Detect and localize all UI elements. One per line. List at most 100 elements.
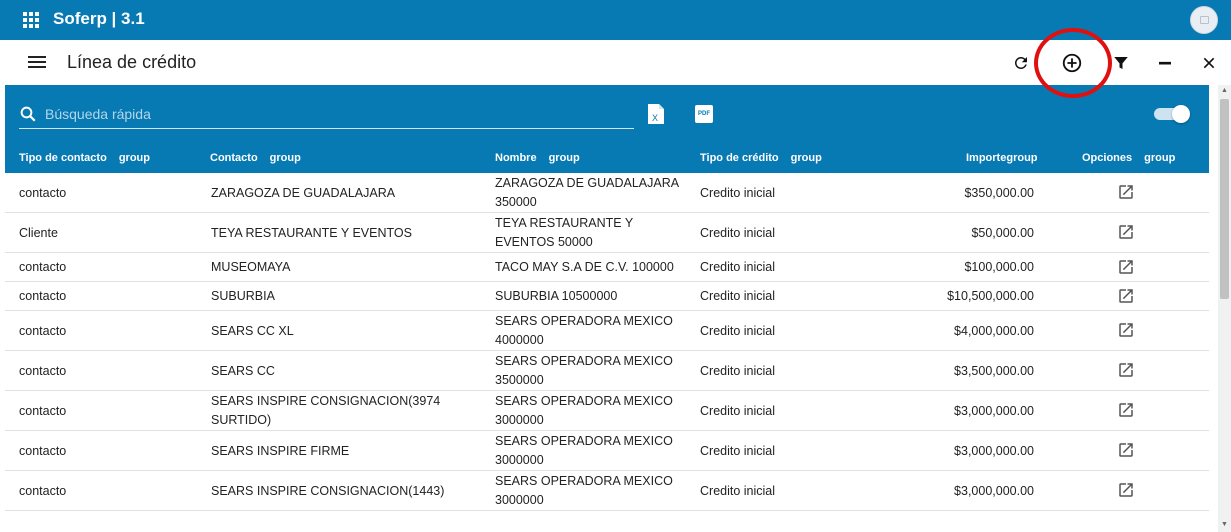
filter-button[interactable] [1106,48,1136,78]
cell-contacto: SEARS INSPIRE FIRME [211,444,350,458]
image-icon [1200,16,1209,24]
close-button[interactable] [1194,48,1224,78]
header-tipo-contacto[interactable]: Tipo de contacto group [19,152,150,164]
cell-contacto: SEARS CC XL [211,324,294,338]
cell-credito: Credito inicial [700,404,776,418]
cell-contacto: SEARS INSPIRE CONSIGNACION(3974 SURTIDO) [211,394,441,427]
cell-contacto: SUBURBIA [211,289,275,303]
scrollbar[interactable]: ▲ ▼ [1218,85,1231,532]
search-icon [20,106,36,122]
open-in-new-icon[interactable] [1117,183,1139,203]
refresh-icon [1014,56,1027,69]
cell-nombre: SUBURBIA 10500000 [495,289,618,303]
open-in-new-icon[interactable] [1117,321,1139,341]
table-row[interactable]: Cliente TEYA RESTAURANTE Y EVENTOS TEYA RE… [5,213,1209,253]
cell-importe: $3,500,000.00 [954,364,1034,378]
cell-importe: $10,500,000.00 [947,289,1034,303]
page-title: Línea de crédito [67,52,197,72]
table-row[interactable]: contacto ZARAGOZA DE GUADALAJARA ZARAGOZA … [5,173,1209,213]
table-row[interactable]: contacto SEARS INSPIRE CONSIGNACION(1443)… [5,471,1209,511]
group-label: group [1144,152,1176,164]
cell-nombre: SEARS OPERADORA MEXICO 3500000 [495,354,673,387]
open-in-new-icon[interactable] [1117,223,1139,243]
excel-export-icon[interactable]: X [647,103,665,125]
table-row[interactable]: contacto SEARS CC SEARS OPERADORA MEXICO 3… [5,351,1209,391]
close-icon [1203,57,1215,69]
cell-credito: Credito inicial [700,484,776,498]
cell-tipo: contacto [19,289,67,303]
open-in-new-icon[interactable] [1117,481,1139,501]
scroll-up-icon[interactable]: ▲ [1221,87,1228,94]
search-input[interactable] [45,103,625,125]
open-in-new-icon[interactable] [1117,361,1139,381]
cell-tipo: contacto [19,186,67,200]
pdf-export-icon[interactable]: PDF [695,105,713,123]
group-label: group [269,152,301,164]
scrollbar-thumb[interactable] [1220,99,1229,299]
cell-credito: Credito inicial [700,364,776,378]
table-row[interactable]: contacto SUBURBIA SUBURBIA 10500000 Credito… [5,282,1209,311]
table-toolbar: X PDF Tipo de contactogroup Contactogrou… [5,85,1209,173]
cell-contacto: SEARS INSPIRE CONSIGNACION(1443) [211,484,445,498]
header-nombre[interactable]: Nombre group [495,152,580,164]
app-title: Soferp | 3.1 [53,9,145,28]
header-tipo-credito[interactable]: Tipo de crédito group [700,152,822,164]
filter-icon [1114,57,1128,69]
cell-credito: Credito inicial [700,226,776,240]
open-in-new-icon[interactable] [1117,401,1139,421]
cell-importe: $3,000,000.00 [954,484,1034,498]
table-row[interactable]: contacto SEARS INSPIRE CONSIGNACION(3974 … [5,391,1209,431]
cell-contacto: SEARS CC [211,364,275,378]
cell-credito: Credito inicial [700,324,776,338]
menu-icon[interactable] [28,56,46,69]
svg-text:X: X [652,113,658,123]
group-label: group [790,152,822,164]
credit-table: contacto ZARAGOZA DE GUADALAJARA ZARAGOZA … [5,173,1209,511]
search-underline [19,128,634,129]
cell-contacto: MUSEOMAYA [211,260,291,274]
cell-contacto: ZARAGOZA DE GUADALAJARA [211,186,396,200]
group-label: group [118,152,150,164]
cell-importe: $4,000,000.00 [954,324,1034,338]
cell-importe: $3,000,000.00 [954,444,1034,458]
page-header: Línea de crédito [0,40,1231,85]
cell-tipo: contacto [19,324,67,338]
open-in-new-icon[interactable] [1117,441,1139,461]
cell-credito: Credito inicial [700,186,776,200]
cell-tipo: contacto [19,484,67,498]
scroll-down-icon[interactable]: ▼ [1221,521,1228,528]
cell-nombre: SEARS OPERADORA MEXICO 4000000 [495,314,673,347]
view-toggle[interactable] [1152,105,1190,123]
group-label: group [548,152,580,164]
table-row[interactable]: contacto MUSEOMAYA TACO MAY S.A DE C.V. 10… [5,253,1209,282]
cell-importe: $50,000.00 [971,226,1034,240]
header-opciones[interactable]: Opciones group [1082,152,1175,164]
cell-nombre: SEARS OPERADORA MEXICO 3000000 [495,474,673,507]
cell-tipo: Cliente [19,226,58,240]
open-in-new-icon[interactable] [1117,258,1139,278]
header-contacto[interactable]: Contacto group [210,152,301,164]
cell-nombre: ZARAGOZA DE GUADALAJARA 350000 [495,176,679,209]
cell-importe: $100,000.00 [964,260,1034,274]
cell-contacto: TEYA RESTAURANTE Y EVENTOS [211,226,412,240]
cell-credito: Credito inicial [700,260,776,274]
apps-grid-icon[interactable] [23,12,39,28]
refresh-button[interactable] [1006,48,1036,78]
cell-credito: Credito inicial [700,444,776,458]
group-label: group [1006,152,1038,164]
app-bar: Soferp | 3.1 [0,0,1231,40]
add-button[interactable] [1057,48,1087,78]
table-row[interactable]: contacto SEARS CC XL SEARS OPERADORA MEXIC… [5,311,1209,351]
minimize-button[interactable] [1150,48,1180,78]
cell-tipo: contacto [19,444,67,458]
cell-nombre: TACO MAY S.A DE C.V. 100000 [495,260,674,274]
cell-nombre: SEARS OPERADORA MEXICO 3000000 [495,434,673,467]
cell-tipo: contacto [19,404,67,418]
cell-nombre: SEARS OPERADORA MEXICO 3000000 [495,394,673,427]
cell-importe: $350,000.00 [964,186,1034,200]
header-importe[interactable]: Importegroup [966,152,1038,164]
minimize-icon [1159,61,1171,65]
open-in-new-icon[interactable] [1117,287,1139,307]
avatar[interactable] [1190,6,1218,34]
table-row[interactable]: contacto SEARS INSPIRE FIRME SEARS OPERADO… [5,431,1209,471]
